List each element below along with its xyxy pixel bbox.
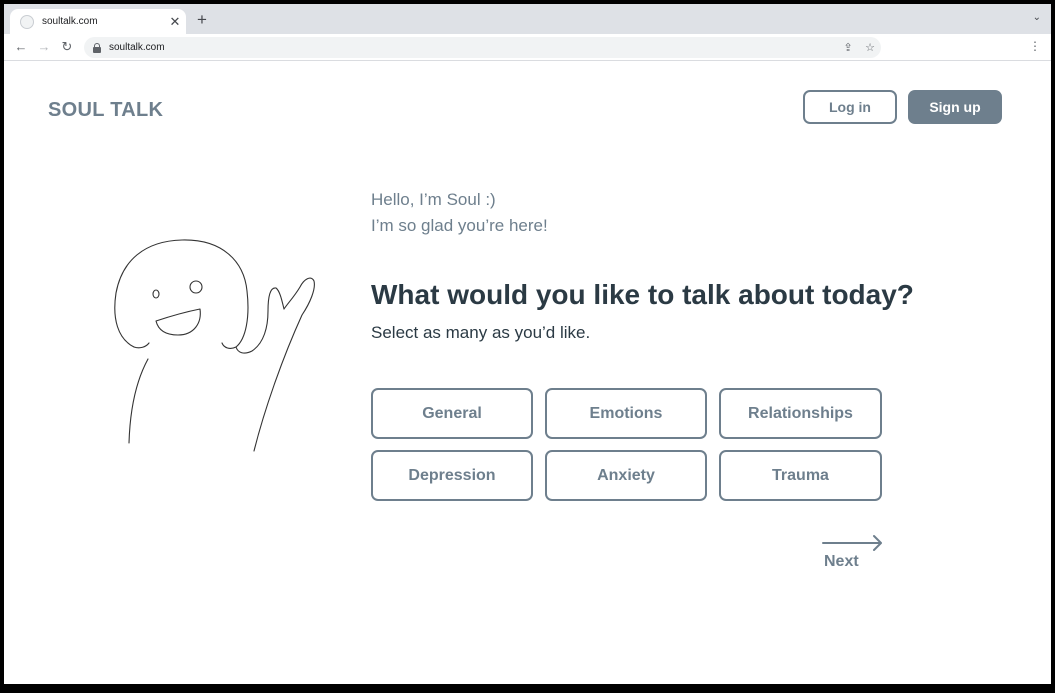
address-bar[interactable]: soultalk.com ⇪ ☆ — [84, 37, 881, 58]
page-title: What would you like to talk about today? — [371, 279, 914, 310]
forward-arrow-icon[interactable]: → — [35, 38, 53, 56]
next-label: Next — [824, 553, 859, 570]
page-content: SOUL TALK Log in Sign up Hello, I’m Soul… — [4, 61, 1051, 684]
chevron-down-icon[interactable]: ⌄ — [1033, 12, 1041, 23]
site-logo[interactable]: SOUL TALK — [48, 99, 163, 122]
topic-trauma-button[interactable]: Trauma — [719, 450, 882, 501]
back-arrow-icon[interactable]: ← — [12, 38, 30, 56]
tab-strip: soultalk.com ✕ + ⌄ — [4, 4, 1051, 34]
topic-emotions-button[interactable]: Emotions — [545, 388, 707, 439]
new-tab-button[interactable]: + — [192, 10, 212, 30]
globe-icon — [20, 14, 34, 29]
reload-icon[interactable]: ↻ — [58, 38, 76, 56]
page-subtitle: Select as many as you’d like. — [371, 323, 591, 342]
browser-window: soultalk.com ✕ + ⌄ ← → ↻ soultalk.com ⇪ … — [4, 4, 1051, 684]
login-button[interactable]: Log in — [803, 90, 897, 124]
topic-general-button[interactable]: General — [371, 388, 533, 439]
share-icon[interactable]: ⇪ — [837, 41, 859, 54]
browser-toolbar: ← → ↻ soultalk.com ⇪ ☆ ⋮ — [4, 34, 1051, 61]
topic-anxiety-button[interactable]: Anxiety — [545, 450, 707, 501]
browser-tab[interactable]: soultalk.com ✕ — [10, 9, 186, 34]
topic-options: General Emotions Relationships Depressio… — [371, 388, 882, 501]
lock-icon — [93, 42, 101, 53]
topic-depression-button[interactable]: Depression — [371, 450, 533, 501]
star-icon[interactable]: ☆ — [859, 41, 881, 54]
greeting-line-2: I’m so glad you’re here! — [371, 216, 548, 235]
greeting-line-1: Hello, I’m Soul :) — [371, 190, 496, 209]
more-menu-icon[interactable]: ⋮ — [1029, 39, 1041, 53]
soul-mascot-illustration — [114, 239, 315, 452]
url-text[interactable]: soultalk.com — [109, 42, 837, 53]
close-icon[interactable]: ✕ — [166, 14, 184, 30]
arrow-right-icon — [822, 535, 882, 551]
signup-button[interactable]: Sign up — [908, 90, 1002, 124]
tab-title: soultalk.com — [42, 16, 98, 27]
next-button[interactable]: Next — [822, 533, 884, 575]
topic-relationships-button[interactable]: Relationships — [719, 388, 882, 439]
